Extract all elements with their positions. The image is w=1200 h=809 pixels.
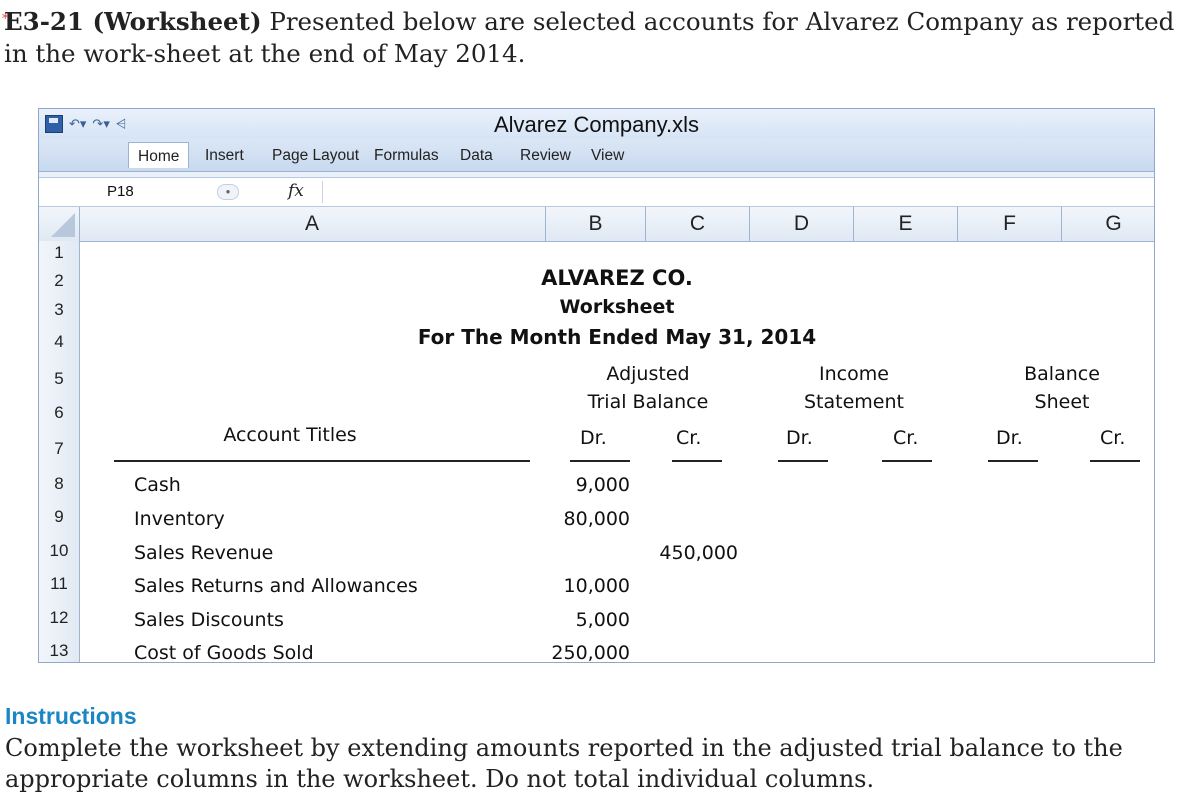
row-header-1[interactable]: 1 — [39, 243, 79, 263]
bs-cr-header: Cr. — [1100, 427, 1126, 449]
row-header-9[interactable]: 9 — [39, 507, 79, 527]
row-header-6[interactable]: 6 — [39, 403, 79, 423]
column-header-e[interactable]: E — [854, 207, 958, 241]
is-dr-underline — [778, 460, 828, 462]
row-header-8[interactable]: 8 — [39, 474, 79, 494]
tab-view[interactable]: View — [591, 147, 624, 165]
row-header-11[interactable]: 11 — [39, 574, 79, 594]
report-title: Worksheet — [559, 296, 675, 318]
column-header-b[interactable]: B — [546, 207, 646, 241]
account-name: Sales Returns and Allowances — [134, 575, 418, 597]
tab-data[interactable]: Data — [460, 147, 493, 165]
group-is-line2: Statement — [804, 391, 904, 413]
formula-bar-divider — [322, 181, 323, 203]
atb-cr-underline — [672, 460, 722, 462]
title-bar: ↶▾ ↷▾ ⩤ Alvarez Company.xls — [39, 109, 1154, 139]
tab-home[interactable]: Home — [128, 142, 190, 168]
column-header-g[interactable]: G — [1062, 207, 1154, 241]
atb-dr-value: 80,000 — [563, 508, 630, 530]
is-dr-header: Dr. — [786, 427, 813, 449]
atb-cr-value: 450,000 — [659, 542, 738, 564]
row-header-7[interactable]: 7 — [39, 439, 79, 459]
window-title: Alvarez Company.xls — [494, 112, 699, 137]
atb-dr-value: 5,000 — [575, 609, 630, 631]
worksheet-grid[interactable]: ALVAREZ CO. Worksheet For The Month Ende… — [80, 241, 1154, 662]
group-bs-line2: Sheet — [1034, 391, 1090, 413]
account-name: Sales Discounts — [134, 609, 284, 631]
name-box-dropdown-icon[interactable]: ● — [217, 184, 239, 200]
bs-cr-underline — [1090, 460, 1140, 462]
column-header-c[interactable]: C — [646, 207, 750, 241]
bs-dr-underline — [988, 460, 1038, 462]
atb-dr-value: 250,000 — [551, 642, 630, 663]
star-icon: * — [2, 12, 9, 27]
select-all-corner[interactable] — [39, 207, 80, 241]
tab-page-layout[interactable]: Page Layout — [272, 147, 359, 165]
group-is-line1: Income — [819, 363, 889, 385]
column-header-f[interactable]: F — [958, 207, 1062, 241]
tab-review[interactable]: Review — [520, 147, 571, 165]
column-header-d[interactable]: D — [750, 207, 854, 241]
bs-dr-header: Dr. — [996, 427, 1023, 449]
row-header-13[interactable]: 13 — [39, 641, 79, 661]
column-headers: A B C D E F G — [39, 207, 1154, 242]
excel-window: ↶▾ ↷▾ ⩤ Alvarez Company.xls Home Insert … — [38, 108, 1155, 663]
row-headers: 1 2 3 4 5 6 7 8 9 10 11 12 13 — [39, 241, 80, 662]
row-header-5[interactable]: 5 — [39, 369, 79, 389]
name-box[interactable]: P18 — [107, 183, 134, 200]
group-atb-line2: Trial Balance — [587, 391, 709, 413]
is-cr-underline — [882, 460, 932, 462]
company-name: ALVAREZ CO. — [541, 266, 693, 290]
problem-label: E3-21 (Worksheet) — [4, 7, 262, 36]
atb-dr-value: 9,000 — [575, 474, 630, 496]
account-titles-underline — [114, 460, 530, 462]
account-name: Cash — [134, 474, 181, 496]
group-atb-line1: Adjusted — [606, 363, 690, 385]
tab-formulas[interactable]: Formulas — [374, 147, 439, 165]
account-name: Inventory — [134, 508, 225, 530]
group-bs-line1: Balance — [1024, 363, 1100, 385]
ribbon-tabs: Home Insert Page Layout Formulas Data Re… — [39, 139, 1154, 172]
atb-cr-header: Cr. — [676, 427, 702, 449]
row-header-12[interactable]: 12 — [39, 608, 79, 628]
row-header-2[interactable]: 2 — [39, 271, 79, 291]
account-name: Cost of Goods Sold — [134, 642, 314, 663]
atb-dr-value: 10,000 — [563, 575, 630, 597]
atb-dr-header: Dr. — [580, 427, 607, 449]
account-name: Sales Revenue — [134, 542, 274, 564]
instructions-title: Instructions — [5, 703, 137, 729]
formula-bar: P18 ● fx — [39, 178, 1154, 207]
atb-dr-underline — [570, 460, 630, 462]
row-header-10[interactable]: 10 — [39, 541, 79, 561]
row-header-3[interactable]: 3 — [39, 300, 79, 320]
is-cr-header: Cr. — [893, 427, 919, 449]
fx-icon[interactable]: fx — [288, 181, 304, 201]
tab-insert[interactable]: Insert — [205, 147, 244, 165]
problem-statement: * E3-21 (Worksheet) Presented below are … — [2, 6, 1194, 70]
instructions-text: Complete the worksheet by extending amou… — [5, 734, 1123, 793]
column-header-a[interactable]: A — [79, 207, 546, 241]
report-period: For The Month Ended May 31, 2014 — [417, 325, 817, 349]
row-header-4[interactable]: 4 — [39, 332, 79, 352]
account-titles-header: Account Titles — [223, 424, 357, 446]
